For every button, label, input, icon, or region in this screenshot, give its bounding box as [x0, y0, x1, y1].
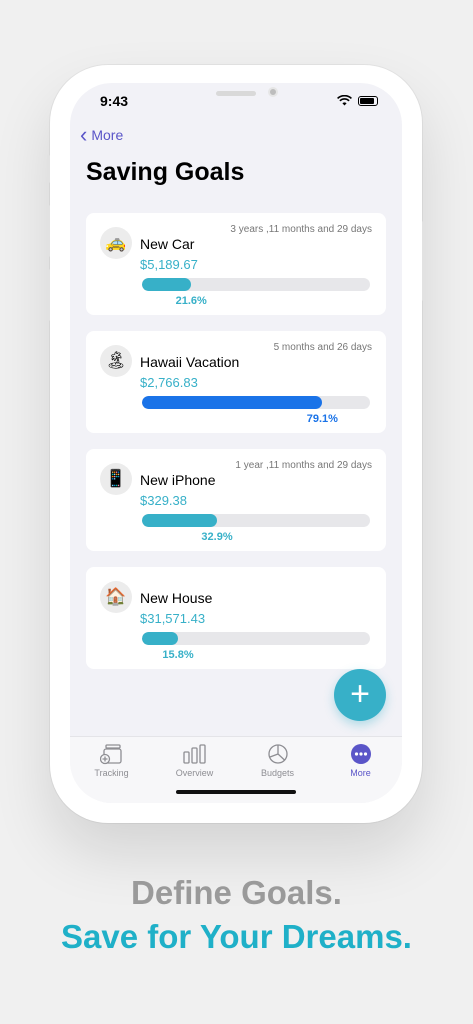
progress-percent: 21.6% [175, 295, 207, 307]
budgets-icon [267, 744, 288, 764]
progress-track [142, 632, 370, 645]
goal-card[interactable]: 📱 1 year ,11 months and 29 days New iPho… [86, 449, 386, 551]
goal-amount: $329.38 [140, 493, 187, 508]
house-icon: 🏠 [100, 581, 132, 613]
goal-amount: $2,766.83 [140, 375, 198, 390]
goal-card[interactable]: 🏝 5 months and 26 days Hawaii Vacation $… [86, 331, 386, 433]
goal-duration: 1 year ,11 months and 29 days [235, 460, 372, 471]
back-label: More [91, 127, 124, 143]
progress-percent: 15.8% [162, 649, 194, 661]
speaker [216, 91, 256, 96]
volume-down-button [47, 269, 50, 321]
progress-track [142, 514, 370, 527]
more-icon [350, 744, 371, 764]
tracking-icon [99, 744, 122, 765]
tab-label: Tracking [94, 768, 129, 778]
tab-overview[interactable]: Overview [153, 742, 236, 778]
volume-up-button [47, 205, 50, 257]
wifi-icon [337, 95, 352, 106]
car-icon: 🚕 [100, 227, 132, 259]
goal-card[interactable]: 🚕 3 years ,11 months and 29 days New Car… [86, 213, 386, 315]
camera [268, 87, 278, 97]
goal-amount: $5,189.67 [140, 257, 198, 272]
progress-fill [142, 632, 179, 645]
page-title: Saving Goals [86, 158, 245, 186]
progress-track [142, 396, 370, 409]
goal-name: New House [140, 590, 213, 606]
goal-name: Hawaii Vacation [140, 354, 240, 370]
progress-percent: 32.9% [201, 531, 233, 543]
chevron-left-icon: ‹ [80, 122, 88, 147]
tab-label: Overview [175, 768, 214, 778]
progress-fill [142, 396, 323, 409]
tab-label: Budgets [260, 768, 295, 778]
status-time: 9:43 [100, 93, 129, 109]
app-screen: 9:43 ‹ More Saving Goals 🚕 3 years ,11 m… [70, 83, 402, 803]
goal-name: New Car [140, 236, 195, 252]
add-goal-button[interactable]: + [334, 669, 386, 721]
tagline-line-1: Define Goals. [131, 874, 342, 911]
phone-icon: 📱 [100, 463, 132, 495]
tab-label: More [350, 768, 371, 778]
progress-percent: 79.1% [306, 413, 338, 425]
progress-fill [142, 514, 217, 527]
progress-fill [142, 278, 192, 291]
palm-tree-icon: 🏝 [100, 345, 132, 377]
power-button [422, 221, 425, 301]
progress-track [142, 278, 370, 291]
tab-tracking[interactable]: Tracking [70, 742, 153, 778]
tagline-line-2: Save for Your Dreams. [61, 918, 412, 955]
tab-budgets[interactable]: Budgets [236, 742, 319, 778]
goal-name: New iPhone [140, 472, 216, 488]
tab-more[interactable]: More [319, 742, 402, 778]
overview-icon [182, 744, 206, 764]
battery-icon [358, 95, 378, 106]
home-indicator [176, 790, 296, 794]
back-button[interactable]: ‹ More [80, 122, 124, 147]
goal-amount: $31,571.43 [140, 611, 206, 626]
goal-card[interactable]: 🏠 New House $31,571.43 15.8% [86, 567, 386, 669]
goal-duration: 3 years ,11 months and 29 days [230, 224, 372, 235]
goal-duration: 5 months and 26 days [273, 342, 372, 353]
status-icons [337, 95, 378, 106]
phone-frame: 9:43 ‹ More Saving Goals 🚕 3 years ,11 m… [47, 65, 425, 823]
mute-switch [47, 155, 50, 183]
